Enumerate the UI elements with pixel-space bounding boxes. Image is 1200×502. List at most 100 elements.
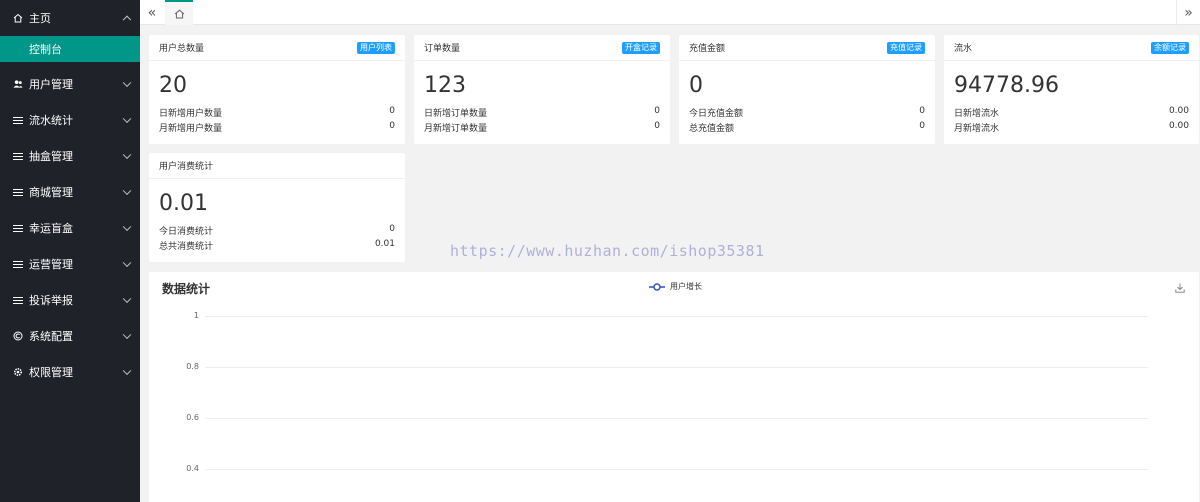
sidebar-item-label: 抽盒管理 [29, 150, 73, 163]
data-stats-panel: 数据统计 用户增长 1 0.8 0.6 0.4 [149, 272, 1199, 502]
chevron-down-icon [122, 78, 132, 88]
card-value: 20 [159, 73, 187, 98]
row-label: 月新增订单数量 [424, 124, 488, 134]
sidebar-item-label: 幸运盲盒 [29, 222, 73, 235]
sidebar-item-home[interactable]: 主页 [0, 0, 140, 36]
row-value: 0.00 [1168, 121, 1189, 131]
row-value: 0 [389, 121, 395, 131]
chevron-down-icon [122, 258, 132, 268]
home-icon [174, 9, 184, 18]
chevron-down-icon [122, 330, 132, 340]
sidebar-item-label: 投诉举报 [29, 294, 73, 307]
sidebar-item-lucky-box[interactable]: 幸运盲盒 [0, 210, 140, 246]
tab-home[interactable] [165, 0, 193, 25]
card-title: 用户总数量 [159, 44, 205, 54]
card-title: 用户消费统计 [159, 162, 214, 172]
sidebar-item-complaints[interactable]: 投诉举报 [0, 282, 140, 318]
row-label: 月新增流水 [954, 124, 1000, 134]
card-title: 充值金额 [689, 44, 726, 54]
row-value: 0.01 [374, 239, 395, 249]
gridline [205, 469, 1148, 470]
chart-legend[interactable]: 用户增长 [649, 281, 702, 292]
stat-card-users: 用户总数量 用户列表 20 日新增用户数量 0 月新增用户数量 0 [149, 35, 405, 144]
chevron-up-icon [122, 15, 132, 25]
stat-card-flow: 流水 余额记录 94778.96 日新增流水 0.00 月新增流水 0.00 [944, 35, 1199, 144]
recharge-records-badge[interactable]: 充值记录 [887, 42, 925, 54]
sidebar: 主页 控制台 用户管理 流水统计 抽盒管理 商城管理 幸运盲盒 运营管理 投诉举… [0, 0, 140, 502]
card-title: 流水 [954, 44, 973, 54]
card-header: 订单数量 开盒记录 [414, 35, 670, 61]
gridline [205, 418, 1148, 419]
chevron-down-icon [122, 294, 132, 304]
sidebar-item-label: 运营管理 [29, 258, 73, 271]
card-row: 总共消费统计 0.01 [159, 239, 395, 252]
home-icon [13, 13, 23, 23]
scroll-right-button[interactable]: » [1176, 0, 1200, 25]
sidebar-item-permissions[interactable]: 权限管理 [0, 354, 140, 390]
scroll-left-button[interactable]: « [140, 0, 164, 25]
row-label: 月新增用户数量 [159, 124, 223, 134]
row-value: 0 [654, 106, 660, 116]
card-row: 月新增流水 0.00 [954, 121, 1189, 134]
y-tick-label: 1 [193, 311, 199, 320]
list-icon [13, 259, 23, 269]
row-label: 总共消费统计 [159, 242, 214, 252]
stat-card-recharge: 充值金额 充值记录 0 今日充值金额 0 总充值金额 0 [679, 35, 935, 144]
sidebar-item-mall-management[interactable]: 商城管理 [0, 174, 140, 210]
sidebar-item-label: 用户管理 [29, 78, 73, 91]
list-icon [13, 115, 23, 125]
card-header: 充值金额 充值记录 [679, 35, 935, 61]
card-value: 0.01 [159, 191, 208, 216]
card-row: 月新增用户数量 0 [159, 121, 395, 134]
sidebar-item-box-management[interactable]: 抽盒管理 [0, 138, 140, 174]
gear-icon [13, 367, 23, 377]
sidebar-item-label: 权限管理 [29, 366, 73, 379]
users-icon [13, 79, 23, 89]
chevron-down-icon [122, 366, 132, 376]
row-label: 今日消费统计 [159, 227, 214, 237]
sidebar-item-operations[interactable]: 运营管理 [0, 246, 140, 282]
box-records-badge[interactable]: 开盒记录 [622, 42, 660, 54]
users-list-badge[interactable]: 用户列表 [357, 42, 395, 54]
card-row: 日新增用户数量 0 [159, 106, 395, 119]
watermark: https://www.huzhan.com/ishop35381 [450, 242, 765, 260]
card-title: 订单数量 [424, 44, 461, 54]
card-header: 用户消费统计 [149, 153, 405, 179]
sidebar-item-label: 系统配置 [29, 330, 73, 343]
y-tick-label: 0.4 [186, 464, 199, 473]
sidebar-item-flow-stats[interactable]: 流水统计 [0, 102, 140, 138]
chevron-down-icon [122, 222, 132, 232]
chevron-down-icon [122, 114, 132, 124]
y-tick-label: 0.6 [186, 413, 199, 422]
download-icon[interactable] [1175, 282, 1185, 296]
row-value: 0 [919, 121, 925, 131]
list-icon [13, 151, 23, 161]
row-label: 总充值金额 [689, 124, 735, 134]
gridline [205, 316, 1148, 317]
row-label: 日新增流水 [954, 109, 1000, 119]
list-icon [13, 187, 23, 197]
sidebar-item-users[interactable]: 用户管理 [0, 66, 140, 102]
row-value: 0 [654, 121, 660, 131]
row-label: 今日充值金额 [689, 109, 744, 119]
card-header: 流水 余额记录 [944, 35, 1199, 61]
list-icon [13, 295, 23, 305]
sidebar-item-system-config[interactable]: 系统配置 [0, 318, 140, 354]
row-label: 日新增用户数量 [159, 109, 223, 119]
legend-line-marker-icon [649, 282, 665, 291]
sidebar-subitem-dashboard[interactable]: 控制台 [0, 36, 140, 62]
card-row: 日新增订单数量 0 [424, 106, 660, 119]
copyright-icon [13, 331, 23, 341]
card-row: 今日消费统计 0 [159, 224, 395, 237]
sidebar-item-label: 流水统计 [29, 114, 73, 127]
tab-bar: « » [140, 0, 1200, 25]
balance-records-badge[interactable]: 余额记录 [1151, 42, 1189, 54]
row-value: 0 [919, 106, 925, 116]
card-row: 日新增流水 0.00 [954, 106, 1189, 119]
card-row: 今日充值金额 0 [689, 106, 925, 119]
chevron-down-icon [122, 150, 132, 160]
row-value: 0 [389, 224, 395, 234]
legend-label: 用户增长 [670, 282, 702, 291]
y-tick-label: 0.8 [186, 362, 199, 371]
row-value: 0.00 [1168, 106, 1189, 116]
